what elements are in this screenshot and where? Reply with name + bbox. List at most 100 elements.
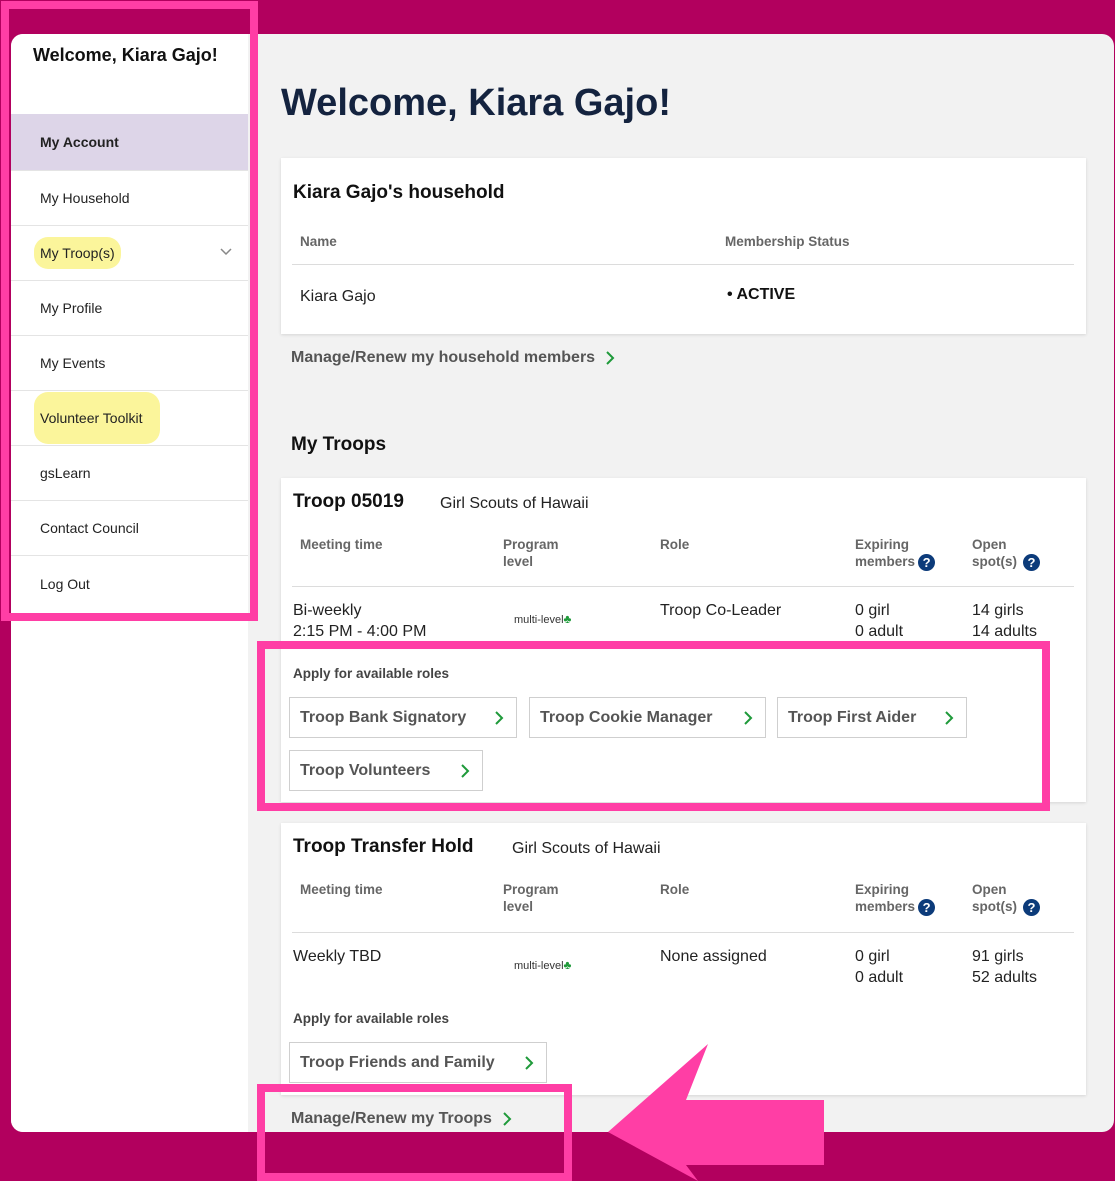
chevron-right-icon [945,711,954,725]
sidebar-item-my-profile[interactable]: My Profile [11,281,248,336]
troop-role: Troop Co-Leader [660,602,782,619]
column-header-meeting-time: Meeting time [300,882,383,897]
header-line: members [855,554,916,569]
header-line: Program [503,882,559,897]
header-line: spot(s) [972,554,1017,569]
role-button-label: Troop Friends and Family [300,1053,495,1071]
role-button-bank-signatory[interactable]: Troop Bank Signatory [289,697,517,738]
arrow-pointer-icon [608,1044,824,1181]
sidebar-item-label: Contact Council [40,520,139,536]
manage-household-link-label: Manage/Renew my household members [291,349,596,366]
household-member-name: Kiara Gajo [300,288,376,305]
divider [292,264,1074,265]
sidebar-item-volunteer-toolkit[interactable]: Volunteer Toolkit [11,391,248,446]
column-header-open-spots: Open spot(s)? [972,881,1040,916]
program-level-text: multi-level [514,614,564,626]
troop-council: Girl Scouts of Hawaii [440,495,589,512]
troop-name: Troop Transfer Hold [293,836,474,857]
sidebar-item-my-household[interactable]: My Household [11,171,248,226]
role-button-cookie-manager[interactable]: Troop Cookie Manager [529,697,766,738]
open-spots: 91 girls 52 adults [972,946,1037,988]
expiring-girls: 0 girl [855,602,890,619]
column-header-role: Role [660,882,690,897]
header-line: Expiring [855,537,910,552]
meeting-time: Weekly TBD [293,948,382,965]
status-text: ACTIVE [736,286,796,303]
chevron-down-icon[interactable] [220,245,232,257]
troop-role: None assigned [660,948,767,965]
sidebar-item-label: My Account [40,134,119,150]
header-line: Open [972,537,1007,552]
program-level-text: multi-level [514,960,564,972]
trefoil-icon: ♣ [563,612,572,626]
apply-roles-title: Apply for available roles [293,1011,450,1026]
role-button-label: Troop Cookie Manager [540,708,713,726]
header-line: Program [503,537,559,552]
expiring-members: 0 girl 0 adult [855,946,903,988]
troop-card-05019: Troop 05019 Girl Scouts of Hawaii Meetin… [281,478,1086,802]
sidebar-item-contact-council[interactable]: Contact Council [11,501,248,556]
row-clip [281,638,1086,658]
apply-roles-title: Apply for available roles [293,666,450,681]
role-button-first-aider[interactable]: Troop First Aider [777,697,967,738]
header-line: members [855,899,916,914]
chevron-right-icon [503,1112,512,1126]
sidebar-item-label: My Household [40,190,130,206]
household-title: Kiara Gajo's household [293,182,505,203]
header-line: level [503,554,534,569]
help-icon[interactable]: ? [918,898,936,916]
divider [292,932,1074,933]
troop-council: Girl Scouts of Hawaii [512,840,661,857]
column-header-expiring-members: Expiring members? [855,881,936,916]
status-badge: • ACTIVE [727,286,795,304]
chevron-right-icon [744,711,753,725]
sidebar-item-label: gsLearn [40,465,91,481]
open-adults: 52 adults [972,969,1037,986]
help-icon[interactable]: ? [1023,553,1040,571]
column-header-open-spots: Open spot(s)? [972,536,1040,571]
column-header-program-level: Program level [503,536,559,570]
program-level-badge: multi-level♣ [514,612,571,626]
sidebar-item-label: My Troop(s) [34,237,121,269]
role-button-volunteers[interactable]: Troop Volunteers [289,750,483,791]
chevron-right-icon [525,1056,534,1070]
role-button-label: Troop Volunteers [300,761,431,779]
header-line: Open [972,882,1007,897]
meeting-time: Bi-weekly 2:15 PM - 4:00 PM [293,600,426,642]
sidebar-item-log-out[interactable]: Log Out [11,556,248,611]
column-header-expiring-members: Expiring members? [855,536,936,571]
expiring-adults: 0 adult [855,969,904,986]
program-level-badge: multi-level♣ [514,958,571,972]
sidebar-item-my-troops[interactable]: My Troop(s) [11,226,248,281]
sidebar-item-gslearn[interactable]: gsLearn [11,446,248,501]
sidebar-item-label: My Profile [40,300,103,316]
sidebar-item-my-events[interactable]: My Events [11,336,248,391]
manage-troops-link[interactable]: Manage/Renew my Troops [291,1110,512,1128]
page-title: Welcome, Kiara Gajo! [281,82,671,124]
manage-troops-link-label: Manage/Renew my Troops [291,1110,492,1127]
chevron-right-icon [461,764,470,778]
status-dot-icon: • [727,286,733,303]
sidebar-item-label: Log Out [40,575,90,592]
column-header-role: Role [660,537,690,552]
chevron-right-icon [606,351,615,365]
open-girls: 91 girls [972,948,1024,965]
open-girls: 14 girls [972,602,1024,619]
column-header-meeting-time: Meeting time [300,537,383,552]
role-button-friends-and-family[interactable]: Troop Friends and Family [289,1042,547,1083]
chevron-right-icon [495,711,504,725]
sidebar-item-label: Volunteer Toolkit [34,392,161,444]
expiring-girls: 0 girl [855,948,890,965]
header-line: spot(s) [972,899,1017,914]
manage-household-link[interactable]: Manage/Renew my household members [291,349,615,367]
troop-name: Troop 05019 [293,491,404,512]
app-window: Welcome, Kiara Gajo! My Account My House… [11,34,1114,1132]
help-icon[interactable]: ? [1023,898,1040,916]
column-header-membership-status: Membership Status [725,234,850,249]
header-line: Expiring [855,882,910,897]
help-icon[interactable]: ? [918,553,936,571]
role-button-label: Troop First Aider [788,708,917,726]
trefoil-icon: ♣ [563,958,572,972]
sidebar-greeting: Welcome, Kiara Gajo! [33,45,218,65]
sidebar-item-my-account[interactable]: My Account [11,114,248,171]
